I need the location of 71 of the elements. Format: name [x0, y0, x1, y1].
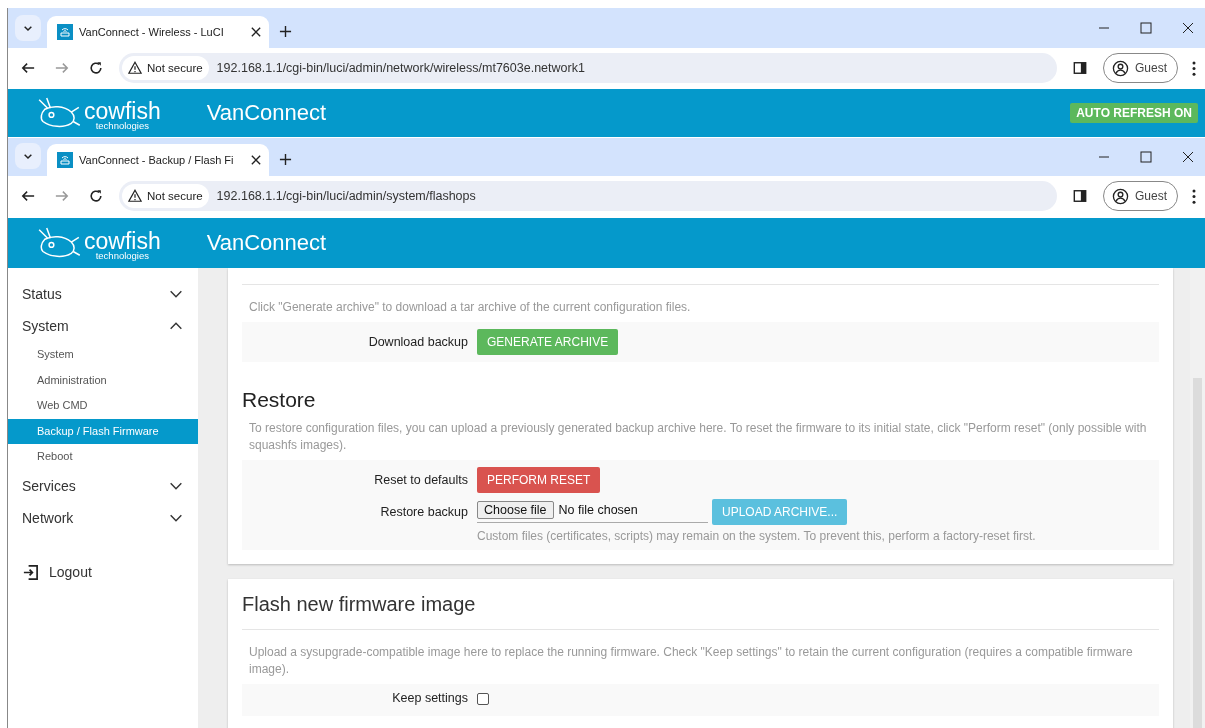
close-icon[interactable]: [251, 155, 261, 165]
field-label: Download backup: [367, 334, 468, 349]
submenu-item[interactable]: Reboot: [8, 444, 198, 470]
side-panel-icon[interactable]: [1073, 61, 1087, 75]
router-icon: [57, 152, 73, 168]
tab-title: VanConnect - Wireless - LuCI: [79, 26, 225, 38]
plus-icon[interactable]: [279, 25, 292, 38]
plus-icon[interactable]: [279, 153, 292, 166]
brand-name: cowfish: [84, 99, 161, 123]
file-input[interactable]: Choose file No file chosen: [477, 501, 708, 523]
tab-title: VanConnect - Backup / Flash Fi: [79, 154, 235, 166]
field-hint: Custom files (certificates, scripts) may remain on the system. To prevent this, perform a factory-reset first.: [477, 529, 1036, 543]
security-chip[interactable]: Not secure: [122, 184, 209, 208]
logout-icon: [22, 563, 39, 581]
more-menu-icon[interactable]: [1192, 188, 1196, 204]
user-icon: [1112, 59, 1129, 77]
site-title: VanConnect: [206, 230, 327, 256]
forward-arrow-icon[interactable]: [55, 189, 69, 203]
security-label: Not secure: [147, 62, 203, 74]
submenu-item[interactable]: Web CMD: [8, 393, 198, 419]
back-arrow-icon[interactable]: [21, 61, 35, 75]
address-bar[interactable]: Not secure 192.168.1.1/cgi-bin/luci/admin/network/wireless/mt7603e.network1: [119, 53, 1057, 83]
url-text: 192.168.1.1/cgi-bin/luci/admin/network/wireless/mt7603e.network1: [216, 61, 585, 75]
maximize-icon[interactable]: [1140, 22, 1152, 34]
close-icon[interactable]: [1182, 151, 1194, 163]
warning-icon: [128, 61, 142, 75]
choose-file-button[interactable]: Choose file: [477, 501, 554, 519]
browser-tab[interactable]: VanConnect - Wireless - LuCI: [47, 16, 269, 48]
menu-item[interactable]: System: [8, 310, 198, 342]
field-label: Restore backup: [379, 504, 468, 519]
more-menu-icon[interactable]: [1192, 60, 1196, 76]
submenu-item[interactable]: System: [8, 342, 198, 368]
menu-item[interactable]: Network: [8, 501, 198, 534]
router-icon: [57, 24, 73, 40]
security-label: Not secure: [147, 190, 203, 202]
file-status: No file chosen: [558, 503, 638, 517]
browser-tab[interactable]: VanConnect - Backup / Flash Fi: [47, 144, 269, 176]
tab-search-button[interactable]: [15, 143, 41, 169]
site-title: VanConnect: [206, 100, 327, 126]
profile-label: Guest: [1135, 189, 1167, 203]
submenu-item[interactable]: Administration: [8, 367, 198, 393]
brand-name: cowfish: [84, 229, 161, 253]
maximize-icon[interactable]: [1140, 151, 1152, 163]
close-icon[interactable]: [1182, 22, 1194, 34]
action-button[interactable]: PERFORM RESET: [477, 467, 601, 493]
section-description: To restore configuration files, you can upload a previously generated backup archive here. To reset the firmware to its initial state, click "Perform reset" (only possible with squashfs images).: [249, 420, 1148, 454]
forward-arrow-icon[interactable]: [55, 61, 69, 75]
security-chip[interactable]: Not secure: [122, 56, 209, 80]
brand-tagline: technologies: [95, 120, 150, 130]
section-description: Upload a sysupgrade-compatible image here to replace the running firmware. Check "Keep settings" to retain the current configuration (requires a compatible firmware image).: [249, 644, 1134, 678]
field-label: Keep settings: [391, 691, 468, 705]
user-icon: [1112, 187, 1129, 205]
url-text: 192.168.1.1/cgi-bin/luci/admin/system/flashops: [216, 189, 476, 203]
brand-tagline: technologies: [95, 250, 150, 260]
tab-search-button[interactable]: [15, 15, 41, 41]
section-description: Click "Generate archive" to download a tar archive of the current configuration files.: [249, 299, 692, 316]
card-heading: Flash new firmware image: [242, 592, 477, 617]
logout-link[interactable]: Logout: [22, 563, 198, 581]
warning-icon: [128, 189, 142, 203]
field-label: Reset to defaults: [373, 472, 468, 487]
menu-item[interactable]: Status: [8, 278, 198, 310]
reload-icon[interactable]: [89, 189, 103, 203]
reload-icon[interactable]: [89, 61, 103, 75]
checkbox[interactable]: [477, 693, 489, 705]
section-heading: Restore: [242, 388, 317, 412]
profile-label: Guest: [1135, 61, 1167, 75]
menu-item[interactable]: Services: [8, 469, 198, 502]
address-bar[interactable]: Not secure 192.168.1.1/cgi-bin/luci/admin/system/flashops: [119, 181, 1057, 211]
back-arrow-icon[interactable]: [21, 189, 35, 203]
close-icon[interactable]: [251, 27, 261, 37]
side-panel-icon[interactable]: [1073, 189, 1087, 203]
